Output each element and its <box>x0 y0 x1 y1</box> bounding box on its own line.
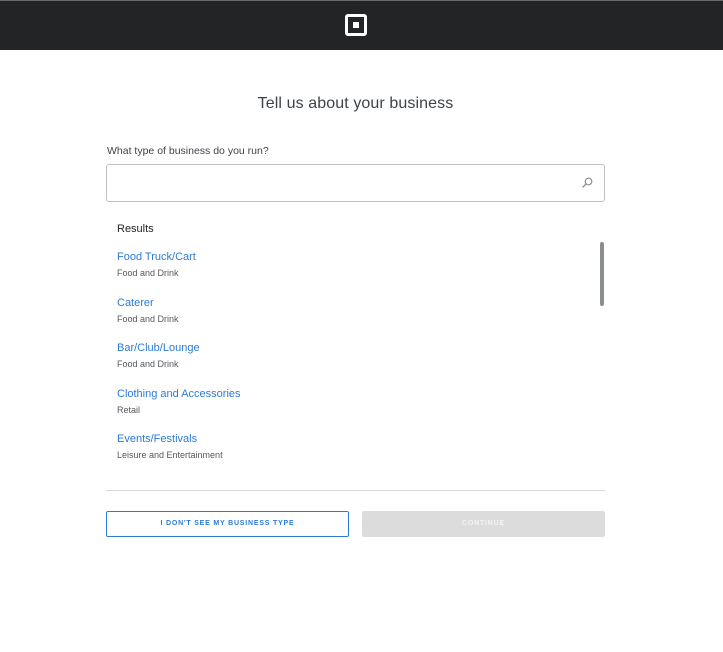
result-category: Retail <box>117 404 141 415</box>
result-category: Leisure and Entertainment <box>117 450 223 460</box>
business-type-not-listed-button[interactable]: I don't see my business type <box>106 511 349 537</box>
square-logo-inner <box>353 22 359 28</box>
result-category: Food and Drink <box>117 268 179 278</box>
result-category: Food and Drink <box>117 313 179 324</box>
results-heading: Results <box>117 223 154 235</box>
result-item-events-festivals[interactable]: Events/Festivals Leisure and Entertainme… <box>117 432 587 478</box>
result-item-food-truck-cart[interactable]: Food Truck/Cart Food and Drink <box>117 250 587 296</box>
business-type-search-input[interactable] <box>107 165 577 201</box>
result-name[interactable]: Caterer <box>117 296 587 309</box>
search-icon <box>582 177 593 188</box>
results-scrollbar[interactable] <box>600 242 604 306</box>
top-navigation-bar <box>0 0 723 50</box>
business-type-search[interactable] <box>106 164 605 202</box>
result-category: Food and Drink <box>117 359 179 369</box>
page-title: Tell us about your business <box>257 95 454 112</box>
divider <box>106 490 605 491</box>
results-list: Food Truck/Cart Food and Drink Caterer F… <box>117 250 587 478</box>
result-name[interactable]: Food Truck/Cart <box>117 250 587 263</box>
result-name[interactable]: Events/Festivals <box>117 432 587 445</box>
result-item-clothing-and-accessories[interactable]: Clothing and Accessories Retail <box>117 387 587 433</box>
business-type-label: What type of business do you run? <box>107 145 269 157</box>
result-item-caterer[interactable]: Caterer Food and Drink <box>117 296 587 342</box>
result-name[interactable]: Bar/Club/Lounge <box>117 341 587 354</box>
continue-button[interactable]: Continue <box>362 511 605 537</box>
square-logo-icon[interactable] <box>345 14 367 36</box>
result-name[interactable]: Clothing and Accessories <box>117 387 587 400</box>
result-item-bar-club-lounge[interactable]: Bar/Club/Lounge Food and Drink <box>117 341 587 387</box>
